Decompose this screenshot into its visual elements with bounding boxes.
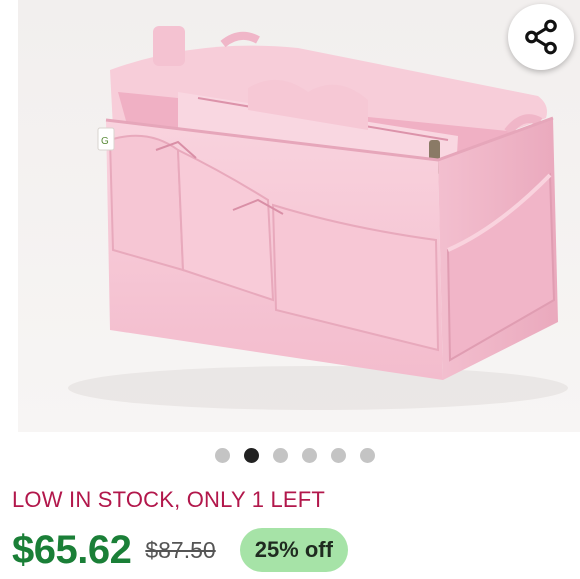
current-price: $65.62 bbox=[12, 527, 132, 572]
gallery-dot[interactable] bbox=[360, 447, 375, 463]
share-icon bbox=[525, 19, 557, 55]
share-button[interactable] bbox=[508, 4, 574, 70]
gallery-dot[interactable] bbox=[244, 447, 259, 463]
original-price: $87.50 bbox=[145, 536, 216, 563]
product-image[interactable]: G bbox=[18, 0, 580, 432]
product-photo: G bbox=[18, 0, 580, 432]
price-row: $65.62 $87.50 25% off bbox=[12, 522, 348, 578]
gallery-dot[interactable] bbox=[331, 447, 346, 463]
stock-notice: LOW IN STOCK, ONLY 1 LEFT bbox=[12, 487, 326, 512]
gallery-dot[interactable] bbox=[302, 447, 317, 463]
discount-badge: 25% off bbox=[239, 528, 348, 572]
svg-text:G: G bbox=[101, 136, 109, 147]
gallery-pagination bbox=[0, 446, 580, 464]
gallery-dot[interactable] bbox=[215, 447, 230, 463]
gallery-dot[interactable] bbox=[273, 447, 288, 463]
